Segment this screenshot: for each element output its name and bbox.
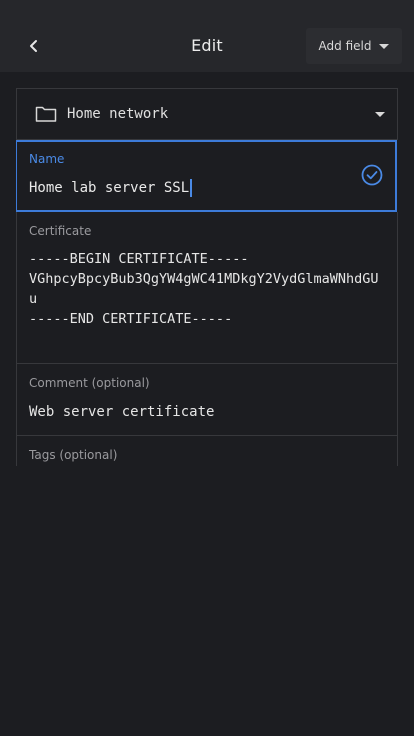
- comment-field[interactable]: Comment (optional) Web server certificat…: [16, 364, 398, 436]
- certificate-label: Certificate: [29, 224, 92, 238]
- chevron-down-icon: [375, 112, 385, 117]
- tags-field[interactable]: Tags (optional): [16, 436, 398, 466]
- text-cursor: [190, 179, 192, 197]
- tags-label: Tags (optional): [29, 448, 118, 462]
- folder-icon: [35, 106, 57, 122]
- add-field-button[interactable]: Add field: [306, 28, 402, 64]
- certificate-field[interactable]: Certificate -----BEGIN CERTIFICATE----- …: [16, 212, 398, 364]
- certificate-input[interactable]: -----BEGIN CERTIFICATE----- VGhpcyBpcyBu…: [29, 249, 385, 329]
- name-input[interactable]: Home lab server SSL: [29, 179, 192, 197]
- folder-label: Home network: [67, 106, 169, 122]
- folder-selector[interactable]: Home network: [16, 88, 398, 140]
- comment-input[interactable]: Web server certificate: [29, 404, 214, 420]
- name-field[interactable]: Name Home lab server SSL: [16, 140, 397, 212]
- edit-screen: Edit Add field Home network Name Home la…: [0, 0, 414, 736]
- name-label: Name: [29, 152, 65, 166]
- chevron-down-icon: [379, 43, 390, 49]
- check-circle-icon[interactable]: [361, 164, 383, 186]
- edit-form: Home network Name Home lab server SSL Ce…: [16, 88, 398, 466]
- top-app-bar: Edit Add field: [0, 0, 414, 72]
- comment-label: Comment (optional): [29, 376, 150, 390]
- add-field-label: Add field: [318, 39, 372, 53]
- name-value: Home lab server SSL: [29, 180, 190, 196]
